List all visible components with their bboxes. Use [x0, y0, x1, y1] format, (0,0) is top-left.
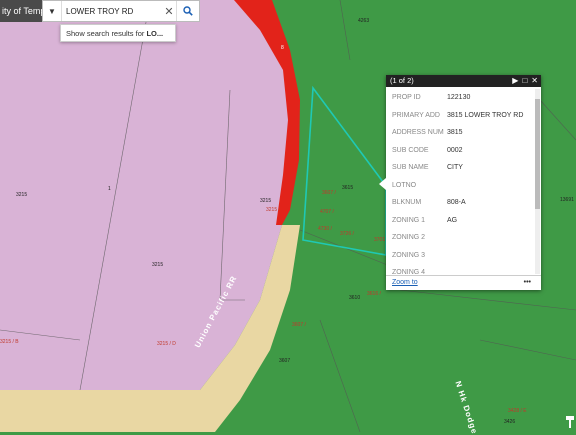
map-label: 3215 / D — [157, 341, 176, 347]
zoom-to-link[interactable]: Zoom to — [392, 276, 418, 290]
suggestion-prefix: Show search results for — [66, 29, 147, 38]
attribute-key: SUB NAME — [392, 164, 429, 171]
map-label: 1 — [108, 186, 111, 192]
attribute-row: ZONING 4 — [386, 264, 534, 274]
maximize-icon[interactable]: □ — [522, 75, 527, 87]
attribute-row: SUB NAME CITY — [386, 159, 534, 177]
map-label: 3610 — [349, 295, 361, 301]
clear-search-button[interactable]: ✕ — [162, 5, 176, 18]
attribute-value: 3815 — [447, 129, 463, 136]
popup-attributes: PROP ID 122130 PRIMARY ADD 3815 LOWER TROY… — [386, 89, 534, 274]
next-feature-icon[interactable]: ▶ — [512, 75, 518, 87]
attribute-row: BLKNUM 808-A — [386, 194, 534, 212]
attribute-key: ZONING 1 — [392, 216, 426, 224]
attribute-key: ZONING 4 — [392, 269, 426, 274]
map-label: 4263 — [358, 18, 370, 24]
attribute-row: ZONING 2 — [386, 229, 534, 247]
more-actions-button[interactable]: ••• — [524, 276, 531, 290]
attribute-row: PRIMARY ADD 3815 LOWER TROY RD — [386, 107, 534, 125]
attribute-key: LOTNO — [392, 181, 417, 189]
map-label: 4730 / — [318, 226, 332, 232]
map-corner-icon[interactable] — [564, 410, 576, 432]
attribute-key: BLKNUM — [392, 199, 422, 206]
attribute-row: ZONING 3 — [386, 247, 534, 265]
map-label: 3726 / — [340, 231, 354, 237]
attribute-value: CITY — [447, 164, 463, 171]
feature-popup: (1 of 2) ▶ □ ✕ PROP ID 122130 PRIMARY ADD… — [379, 75, 541, 290]
map-label: 3607 — [279, 358, 291, 364]
map-label: 3215 / — [266, 207, 280, 213]
attribute-value: 808-A — [447, 199, 466, 206]
attribute-key: ADDRESS NUM — [392, 129, 444, 136]
map-label: 3215 — [260, 198, 272, 204]
map-label: 3215 / B — [0, 339, 19, 345]
search-icon — [183, 6, 193, 16]
popup-scrollbar[interactable] — [535, 89, 540, 274]
suggestion-term: LO... — [146, 29, 164, 38]
attribute-row: SUB CODE 0002 — [386, 142, 534, 160]
map-label: 3616 / — [367, 291, 381, 297]
attribute-key: ZONING 2 — [392, 234, 426, 241]
map-label: 3615 — [342, 185, 354, 191]
attribute-key: PRIMARY ADD — [392, 111, 440, 119]
caret-down-icon: ▼ — [48, 6, 56, 16]
attribute-value: AG — [447, 216, 458, 224]
close-icon: ✕ — [164, 5, 174, 18]
attribute-value: 3815 LOWER TROY RD — [447, 111, 524, 119]
attribute-value: 122130 — [447, 94, 471, 101]
attribute-row: LOTNO — [386, 177, 534, 195]
search-suggestion[interactable]: Show search results for LO... — [60, 24, 176, 42]
map-label: 3607 / — [322, 190, 336, 196]
map-label: 3215 — [152, 262, 164, 268]
map-label: 13691 — [560, 197, 574, 203]
search-input[interactable]: LOWER TROY RD — [62, 7, 162, 16]
attribute-row: ZONING 1 AG — [386, 212, 534, 230]
popup-pager: (1 of 2) — [390, 76, 414, 85]
popup-pointer — [379, 178, 386, 190]
map-label: 3428 / E — [508, 408, 527, 414]
map-label: 3215 — [16, 192, 28, 198]
attribute-key: PROP ID — [392, 94, 421, 101]
close-icon[interactable]: ✕ — [531, 75, 538, 87]
search-button[interactable] — [176, 1, 199, 21]
attribute-value: 0002 — [447, 146, 463, 154]
attribute-key: ZONING 3 — [392, 251, 426, 259]
map-label: 3426 — [504, 419, 516, 425]
scrollbar-thumb[interactable] — [535, 99, 540, 209]
map-label: 8 — [281, 45, 284, 51]
map-label: 4707 / — [320, 209, 334, 215]
popup-header: (1 of 2) ▶ □ ✕ — [386, 75, 541, 87]
attribute-row: ADDRESS NUM 3815 — [386, 124, 534, 142]
search-source-dropdown[interactable]: ▼ — [43, 1, 62, 21]
search-box[interactable]: ▼ LOWER TROY RD ✕ — [42, 0, 200, 22]
attribute-key: SUB CODE — [392, 146, 429, 154]
attribute-row: PROP ID 122130 — [386, 89, 534, 107]
map-label: 3607 / — [292, 322, 306, 328]
popup-footer: Zoom to ••• — [386, 275, 541, 290]
